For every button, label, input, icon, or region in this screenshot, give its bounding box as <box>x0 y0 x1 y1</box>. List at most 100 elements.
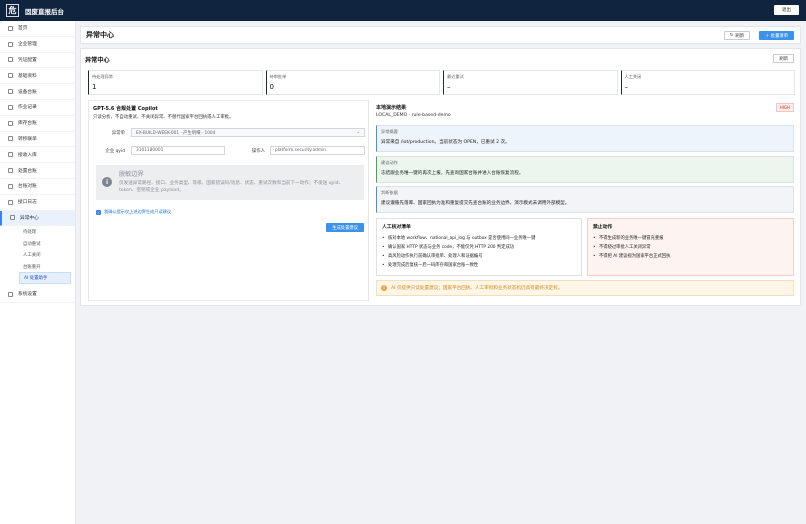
suggest-text: 冻结跟业务唯一键的再次上报，先查询国家台账并进入台账恢复流程。 <box>381 171 524 176</box>
sidebar-item-label: 转移联单 <box>18 136 37 142</box>
inbox-icon <box>8 152 13 158</box>
demo-title: 本地演示结果 <box>376 105 407 111</box>
page-title: 异常中心 <box>86 31 114 39</box>
header-refresh-button[interactable]: ↻ 刷新 <box>723 31 750 40</box>
exception-select-value: EX-BUILD-WEEK-001 · 产生明细 · 1004 <box>136 130 216 136</box>
copilot-panel: GPT-5.6 合规处置 Copilot 只读分析，不自动重试、不关闭异常、不替… <box>88 100 369 301</box>
sidebar-item-label: 台账对账 <box>18 184 37 190</box>
ai-warning-banner: ! AI 仅提供只读处置建议；国家平台回执、人工审批和业务状态机仍具有最终决定权… <box>376 280 794 296</box>
sidebar-item-label: 库存台账 <box>18 121 37 127</box>
info-icon: i <box>102 177 112 187</box>
boundary-text: 仅发送异常路径、接口、业务类型、等级、国家错误码/消息、状态、重试次数和当前下一… <box>119 181 344 193</box>
exception-summary-box: 异常摘要 异常来自 /iot/production。当前状态为 OPEN，已重试… <box>376 125 794 152</box>
sidebar-item-api-log[interactable]: 接口日志 <box>0 195 75 211</box>
top-bar: 危 固废直报后台 退出 <box>0 0 806 21</box>
stat-value: – <box>624 83 629 91</box>
exception-select[interactable]: EX-BUILD-WEEK-001 · 产生明细 · 1004 ⌄ <box>131 128 365 137</box>
key-icon <box>8 57 13 63</box>
main-refresh-button[interactable]: 刷新 <box>773 54 794 63</box>
list-item: 不得生成新的业务唯一键冒充重报 <box>593 234 788 243</box>
stat-card-manual-close: 人工关闭 – <box>620 70 795 95</box>
stat-value: – <box>447 83 451 91</box>
summary-text: 异常来自 /iot/production。当前状态为 OPEN，已重试 2 次。 <box>381 140 510 145</box>
exception-center-card: 异常中心 刷新 待处理异常 1 待审批单 0 最近重试 – 人工关闭 – GPT… <box>80 48 801 306</box>
recycle-icon <box>8 168 13 174</box>
list-item: 确认国家 HTTP 状态与业务 code，不能仅凭 HTTP 200 判定成功 <box>382 243 576 252</box>
stat-value: 0 <box>269 83 274 91</box>
sidebar-item-label: 基础资料 <box>18 73 37 79</box>
sidebar-item-label: 接收入库 <box>18 152 37 158</box>
demo-subtitle: LOCAL_DEMO · rule-based-demo <box>376 113 451 118</box>
suggested-action-box: 建议动作 冻结跟业务唯一键的再次上报，先查询国家台账并进入台账恢复流程。 <box>376 156 794 183</box>
suggest-label: 建议动作 <box>381 160 398 165</box>
sidebar-item-label: 企业管理 <box>18 42 37 48</box>
sidebar-item-label: 处置台账 <box>18 168 37 174</box>
batch-list-button[interactable]: ＋ 批量清单 <box>759 31 794 40</box>
sidebar: 首页 企业管理 凭证配置 基础资料 设备台账 作业记录 库存台账 转移联单 接收… <box>0 21 76 524</box>
sidebar-item-inventory[interactable]: 库存台账 <box>0 116 75 132</box>
sidebar-item-credentials[interactable]: 凭证配置 <box>0 53 75 69</box>
chevron-down-icon: ⌄ <box>356 130 360 135</box>
page-header: 异常中心 ↻ 刷新 ＋ 批量清单 <box>80 26 801 44</box>
logout-button[interactable]: 退出 <box>774 5 799 15</box>
list-item: 处理完成后复核一后一码库存和国家台账一致性 <box>382 261 576 270</box>
stat-card-approvals: 待审批单 0 <box>265 70 440 95</box>
company-id-label: 企业 qyid <box>105 149 125 154</box>
sidebar-subitem-manual-close[interactable]: 人工关闭 <box>0 249 75 261</box>
list-item: 不得把 AI 建议视为国家平台正式回执 <box>593 252 788 261</box>
building-icon <box>8 41 13 47</box>
sidebar-item-home[interactable]: 首页 <box>0 21 75 37</box>
list-item: 核对本地 workflow、national_api_log 与 outbox … <box>382 234 576 243</box>
stat-value: 1 <box>92 83 97 91</box>
refresh-icon: ↻ <box>729 33 734 38</box>
sidebar-item-exceptions[interactable]: 异常中心 <box>0 210 75 227</box>
generate-suggestion-button[interactable]: 生成处置建议 <box>326 223 364 232</box>
sidebar-item-work-records[interactable]: 作业记录 <box>0 100 75 116</box>
app-title: 固废直报后台 <box>25 7 64 16</box>
sidebar-subitem-ledger-reopen[interactable]: 台账重开 <box>0 261 75 273</box>
judge-label: 判断依据 <box>381 190 398 195</box>
sidebar-item-receiving[interactable]: 接收入库 <box>0 147 75 164</box>
exception-select-label: 异常单 <box>111 131 125 136</box>
sidebar-item-settings[interactable]: 系统设置 <box>0 287 75 303</box>
stat-label: 人工关闭 <box>624 74 642 79</box>
sidebar-item-disposal[interactable]: 处置台账 <box>0 163 75 179</box>
box-icon <box>8 120 13 126</box>
manual-checklist: 人工核对清单 核对本地 workflow、national_api_log 与 … <box>376 218 582 276</box>
forbidden-actions: 禁止动作 不得生成新的业务唯一键冒充重报 不得绕过审批人工关闭异常 不得把 AI… <box>587 218 794 276</box>
sidebar-item-company[interactable]: 企业管理 <box>0 37 75 53</box>
database-icon <box>8 73 13 79</box>
sidebar-item-label: 异常中心 <box>20 215 39 221</box>
sidebar-item-label: 接口日志 <box>18 200 37 206</box>
sidebar-subitem-pending[interactable]: 待处理 <box>0 226 75 238</box>
judge-text: 建议遵循先落库、国家回执为准和重复提交先查台账的业务边界。演示模式未调用外部模型… <box>381 201 570 206</box>
transfer-icon <box>8 136 13 142</box>
stat-card-pending: 待处理异常 1 <box>88 70 263 95</box>
list-item: 不得绕过审批人工关闭异常 <box>593 243 788 252</box>
copilot-description: 只读分析，不自动重试、不关闭异常、不替代国家平台回执或人工审批。 <box>93 115 234 120</box>
section-title: 异常中心 <box>85 57 110 64</box>
operator-field[interactable]: platform.security.admin <box>270 146 365 155</box>
stat-card-last-retry: 最近重试 – <box>443 70 618 95</box>
company-id-field[interactable]: 3101180001 <box>131 146 225 155</box>
checkbox[interactable]: ✓ <box>96 209 101 215</box>
sidebar-subitem-ai-assistant[interactable]: AI 处置助手 <box>19 272 71 284</box>
sidebar-item-basic-data[interactable]: 基础资料 <box>0 68 75 85</box>
sidebar-item-label: 作业记录 <box>18 105 37 111</box>
gear-icon <box>8 291 13 297</box>
demo-result-panel: 本地演示结果 LOCAL_DEMO · rule-based-demo HIGH… <box>373 100 795 301</box>
sidebar-item-label: 设备台账 <box>18 89 37 95</box>
clipboard-icon <box>8 104 13 110</box>
sidebar-subitem-auto-retry[interactable]: 自动重试 <box>0 238 75 250</box>
stat-label: 最近重试 <box>447 74 464 79</box>
forbid-title: 禁止动作 <box>593 225 613 230</box>
desensitize-boundary-box: i 脱敏边界 仅发送异常路径、接口、业务类型、等级、国家错误码/消息、状态、重试… <box>96 165 364 200</box>
confirm-checkbox-row[interactable]: ✓ 我确认提示仅上述边界生成只读建议 <box>96 209 171 215</box>
header-refresh-label: 刷新 <box>735 33 744 39</box>
checkbox-label: 我确认提示仅上述边界生成只读建议 <box>104 209 172 214</box>
copilot-title: GPT-5.6 合规处置 Copilot <box>93 106 158 112</box>
sidebar-item-transfer[interactable]: 转移联单 <box>0 132 75 148</box>
sidebar-item-devices[interactable]: 设备台账 <box>0 84 75 100</box>
home-icon <box>8 25 13 31</box>
sidebar-item-reconcile[interactable]: 台账对账 <box>0 179 75 195</box>
